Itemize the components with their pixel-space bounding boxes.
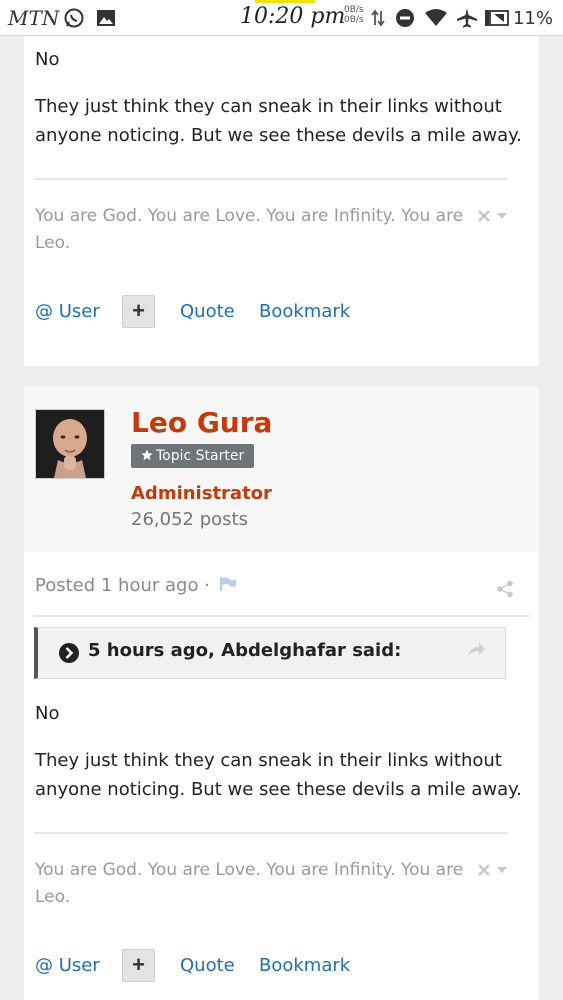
- dnd-icon: [396, 9, 414, 27]
- signature-divider: [34, 178, 507, 180]
- screenshot-icon: [485, 10, 509, 26]
- signature-line-2: Leo.: [35, 233, 71, 253]
- post-card-leo-gura: Leo Gura Topic Starter Administrator 26,…: [24, 386, 539, 1000]
- airplane-icon: [457, 8, 477, 28]
- caret-down-icon[interactable]: [496, 212, 508, 220]
- post-body-line-2: anyone noticing. But we see these devils…: [35, 125, 522, 146]
- signature-line-2: Leo.: [35, 887, 71, 907]
- post-card-previous: No They just think they can sneak in the…: [24, 36, 539, 366]
- share-icon[interactable]: [496, 580, 514, 598]
- time-highlight: [255, 0, 315, 3]
- quote-citation[interactable]: 5 hours ago, Abdelghafar said:: [88, 640, 401, 661]
- bookmark-button[interactable]: Bookmark: [259, 301, 350, 322]
- reaction-plus-button[interactable]: +: [122, 295, 155, 328]
- net-down: 0B/s: [344, 15, 364, 25]
- quote-block: 5 hours ago, Abdelghafar said:: [34, 627, 506, 679]
- avatar-portrait: [36, 410, 104, 478]
- close-icon[interactable]: [477, 209, 491, 223]
- quote-reply-text: No: [35, 49, 60, 70]
- carrier-name: MTN: [8, 6, 60, 30]
- reply-arrow-icon[interactable]: [466, 642, 486, 658]
- wifi-icon: [425, 9, 447, 26]
- mention-user-button[interactable]: @ User: [35, 301, 100, 322]
- post-body-line-2: anyone noticing. But we see these devils…: [35, 779, 522, 800]
- data-arrows-icon: [371, 9, 385, 27]
- quote-reply-text: No: [35, 703, 60, 724]
- badge-label: Topic Starter: [156, 448, 245, 464]
- clock: 10:20 pm: [240, 4, 346, 29]
- post-body-line-1: They just think they can sneak in their …: [35, 96, 502, 117]
- close-icon[interactable]: [477, 863, 491, 877]
- net-up: 0B/s: [344, 5, 364, 15]
- signature-divider: [34, 832, 507, 834]
- caret-down-icon[interactable]: [496, 866, 508, 874]
- mention-user-button[interactable]: @ User: [35, 955, 100, 976]
- chevron-right-circle-icon[interactable]: [58, 642, 80, 664]
- author-info: Leo Gura Topic Starter Administrator 26,…: [24, 386, 539, 552]
- signature-line-1: You are God. You are Love. You are Infin…: [35, 206, 464, 226]
- author-name[interactable]: Leo Gura: [131, 406, 272, 439]
- quote-button[interactable]: Quote: [180, 955, 235, 976]
- posted-time-text: Posted 1 hour ago ·: [35, 575, 210, 596]
- author-role: Administrator: [131, 483, 272, 504]
- avatar[interactable]: [35, 409, 105, 479]
- post-body-line-1: They just think they can sneak in their …: [35, 750, 502, 771]
- network-speed: 0B/s 0B/s: [344, 5, 364, 25]
- flag-icon[interactable]: [219, 576, 237, 592]
- whatsapp-icon: [64, 8, 84, 28]
- author-post-count: 26,052 posts: [131, 509, 248, 530]
- reaction-plus-button[interactable]: +: [122, 949, 155, 982]
- battery-level: 11%: [512, 8, 553, 29]
- status-bar: MTN 10:20 pm 0B/s 0B/s 11%: [0, 0, 563, 36]
- posted-time: Posted 1 hour ago ·: [35, 575, 237, 596]
- star-icon: [141, 449, 153, 461]
- topic-starter-badge: Topic Starter: [131, 444, 255, 468]
- bookmark-button[interactable]: Bookmark: [259, 955, 350, 976]
- post-header-divider: [34, 615, 529, 617]
- signature-line-1: You are God. You are Love. You are Infin…: [35, 860, 464, 880]
- gallery-icon: [97, 10, 115, 26]
- quote-button[interactable]: Quote: [180, 301, 235, 322]
